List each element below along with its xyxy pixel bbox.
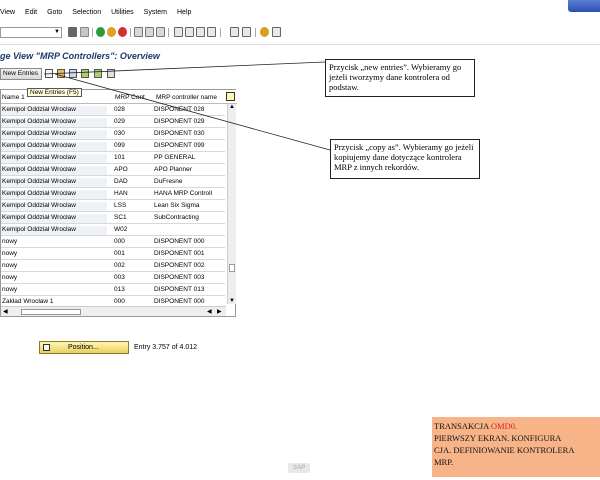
- caption-line-4: MRP.: [434, 457, 454, 467]
- callout-lines: [43, 61, 331, 151]
- callout-line-copy-as: [54, 73, 331, 151]
- transaction-caption: TRANSAKCJA OMD0. PIERWSZY EKRAN. KONFIGU…: [432, 417, 600, 477]
- callout-new-entries: Przycisk „new entries”. Wybieramy go jeż…: [325, 59, 475, 97]
- caption-line-3: CJA. DEFINIOWANIE KONTROLERA: [434, 445, 575, 455]
- callout-copy-as: Przycisk „copy as”. Wybieramy go jeżeli …: [330, 139, 480, 179]
- caption-line-1: TRANSAKCJA OMD0.: [434, 420, 600, 432]
- caption-transaction-code: OMD0.: [490, 421, 518, 431]
- caption-prefix: TRANSAKCJA: [434, 421, 491, 431]
- caption-line-2: PIERWSZY EKRAN. KONFIGURA: [434, 433, 562, 443]
- callout-line-new-entries: [43, 61, 326, 75]
- sap-logo: SAP: [288, 463, 310, 473]
- new-entries-tooltip: New Entries (F5): [27, 88, 82, 97]
